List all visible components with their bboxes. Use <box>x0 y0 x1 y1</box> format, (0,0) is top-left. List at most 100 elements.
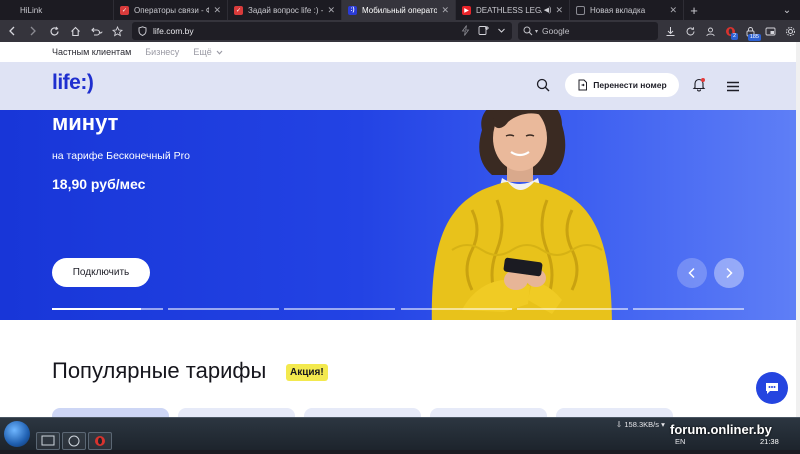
toolbar-extensions: 2 185 <box>662 22 800 41</box>
slider-progress-segment[interactable] <box>516 308 628 310</box>
address-bar-actions <box>461 25 506 36</box>
hero-title: минут <box>52 110 119 135</box>
opera-icon <box>95 436 105 446</box>
undo-button[interactable] <box>87 22 105 40</box>
taskbar-app-explorer[interactable] <box>36 432 60 450</box>
youtube-icon: ▶ <box>462 5 471 15</box>
tariff-card[interactable] <box>52 408 169 417</box>
close-icon[interactable]: ✕ <box>327 5 335 16</box>
media-icon <box>68 435 80 447</box>
home-button[interactable] <box>66 22 84 40</box>
search-icon <box>523 26 533 36</box>
pip-button[interactable] <box>762 22 778 40</box>
browser-tabstrip: HiLink ✓ Операторы связи - Фор ✕ ✓ Задай… <box>0 0 800 20</box>
hero-banner: минут на тарифе Бесконечный Pro 18,90 ру… <box>0 110 800 320</box>
newtab-icon <box>576 5 585 15</box>
browser-toolbar: life.com.by ▾ Google 2 185 <box>0 20 800 42</box>
taskbar-app-media[interactable] <box>62 432 86 450</box>
vpn-button[interactable]: 185 <box>742 22 761 41</box>
chevron-down-icon[interactable] <box>497 25 506 36</box>
bookmark-button[interactable] <box>108 22 126 40</box>
tray-language[interactable]: EN <box>675 437 685 446</box>
tab-title: Мобильный оператор li <box>362 5 437 15</box>
history-icon <box>686 26 694 35</box>
tab-hilink[interactable]: HiLink <box>0 0 114 20</box>
hero-price: 18,90 руб/мес <box>52 176 146 192</box>
add-bookmark-icon[interactable] <box>478 25 489 36</box>
page-viewport: Частным клиентам Бизнесу Ещё life:) Пере… <box>0 42 800 417</box>
notifications-button[interactable] <box>692 77 706 97</box>
popular-tariffs-section: Популярные тарифы Акция! <box>0 320 800 417</box>
search-input[interactable]: ▾ Google <box>518 22 658 40</box>
segment-nav: Частным клиентам Бизнесу Ещё <box>0 42 800 62</box>
reload-button[interactable] <box>45 22 63 40</box>
segment-more[interactable]: Ещё <box>193 47 223 57</box>
slider-progress-segment[interactable] <box>168 308 280 310</box>
slider-progress-segment[interactable] <box>284 308 396 310</box>
tab-operators-forum[interactable]: ✓ Операторы связи - Фор ✕ <box>114 0 228 20</box>
chevron-down-icon <box>216 50 223 55</box>
hamburger-icon <box>727 81 739 92</box>
segment-private[interactable]: Частным клиентам <box>52 47 131 57</box>
speaker-icon[interactable]: ◀) <box>544 6 552 14</box>
start-button[interactable] <box>4 421 30 447</box>
connect-button[interactable]: Подключить <box>52 258 150 287</box>
tab-life-operator[interactable]: :) Мобильный оператор li ✕ <box>342 0 456 20</box>
star-icon <box>111 25 123 37</box>
opera-badge: 2 <box>730 33 738 40</box>
window-icon <box>41 435 55 446</box>
close-icon[interactable]: ✕ <box>555 5 563 16</box>
chevron-down-icon: ▾ <box>535 28 539 35</box>
history-button[interactable] <box>682 22 698 40</box>
opera-addon-button[interactable]: 2 <box>722 22 738 40</box>
slider-progress-segment[interactable] <box>632 308 744 310</box>
shield-icon <box>138 26 147 36</box>
slider-next-button[interactable] <box>714 258 744 288</box>
slider-progress-fill <box>52 308 141 310</box>
slider-progress-segment[interactable] <box>52 308 164 310</box>
chevron-down-icon[interactable]: ⌄ <box>774 0 800 20</box>
page-scrollbar[interactable] <box>796 42 800 417</box>
chat-button[interactable] <box>756 372 788 404</box>
onliner-icon: ✓ <box>120 5 129 15</box>
chat-icon <box>766 383 778 394</box>
transfer-number-button[interactable]: Перенести номер <box>565 73 679 97</box>
blank-icon <box>6 6 15 15</box>
transfer-number-label: Перенести номер <box>593 80 667 90</box>
tab-new-tab[interactable]: Новая вкладка ✕ <box>570 0 684 20</box>
close-icon[interactable]: ✕ <box>213 5 221 16</box>
tariff-card[interactable] <box>556 408 673 417</box>
tariff-card[interactable] <box>178 408 295 417</box>
tab-title: DEATHLESS LEGACY <box>476 5 542 15</box>
search-icon <box>536 78 550 92</box>
reload-icon <box>49 26 59 35</box>
close-icon[interactable]: ✕ <box>441 5 449 16</box>
slider-progress-segment[interactable] <box>400 308 512 310</box>
address-bar[interactable]: life.com.by <box>132 22 512 40</box>
tab-title: HiLink <box>20 5 43 15</box>
segment-business[interactable]: Бизнесу <box>145 47 179 57</box>
slider-prev-button[interactable] <box>677 258 707 288</box>
tab-deathless-legacy[interactable]: ▶ DEATHLESS LEGACY ◀) ✕ <box>456 0 570 20</box>
picture-in-picture-icon <box>765 27 775 35</box>
life-logo[interactable]: life:) <box>52 71 94 95</box>
segment-more-label: Ещё <box>193 47 212 57</box>
tray-clock[interactable]: 21:38 <box>760 437 779 446</box>
tab-ask-life-forum[interactable]: ✓ Задай вопрос life :) - Фо ✕ <box>228 0 342 20</box>
forum-watermark: forum.onliner.by <box>670 422 772 437</box>
taskbar-app-opera[interactable] <box>88 432 112 450</box>
site-menu-button[interactable] <box>726 79 740 97</box>
site-search-button[interactable] <box>536 78 550 97</box>
settings-button[interactable] <box>782 22 798 40</box>
promo-badge: Акция! <box>286 364 328 381</box>
tariff-card[interactable] <box>304 408 421 417</box>
forward-button[interactable] <box>24 22 42 40</box>
account-button[interactable] <box>702 22 718 40</box>
tariff-card[interactable] <box>430 408 547 417</box>
close-icon[interactable]: ✕ <box>669 5 677 16</box>
chevron-right-icon <box>726 267 733 279</box>
back-button[interactable] <box>3 22 21 40</box>
lightning-icon[interactable] <box>461 25 470 36</box>
new-tab-button[interactable]: + <box>684 0 704 20</box>
downloads-button[interactable] <box>662 22 678 40</box>
